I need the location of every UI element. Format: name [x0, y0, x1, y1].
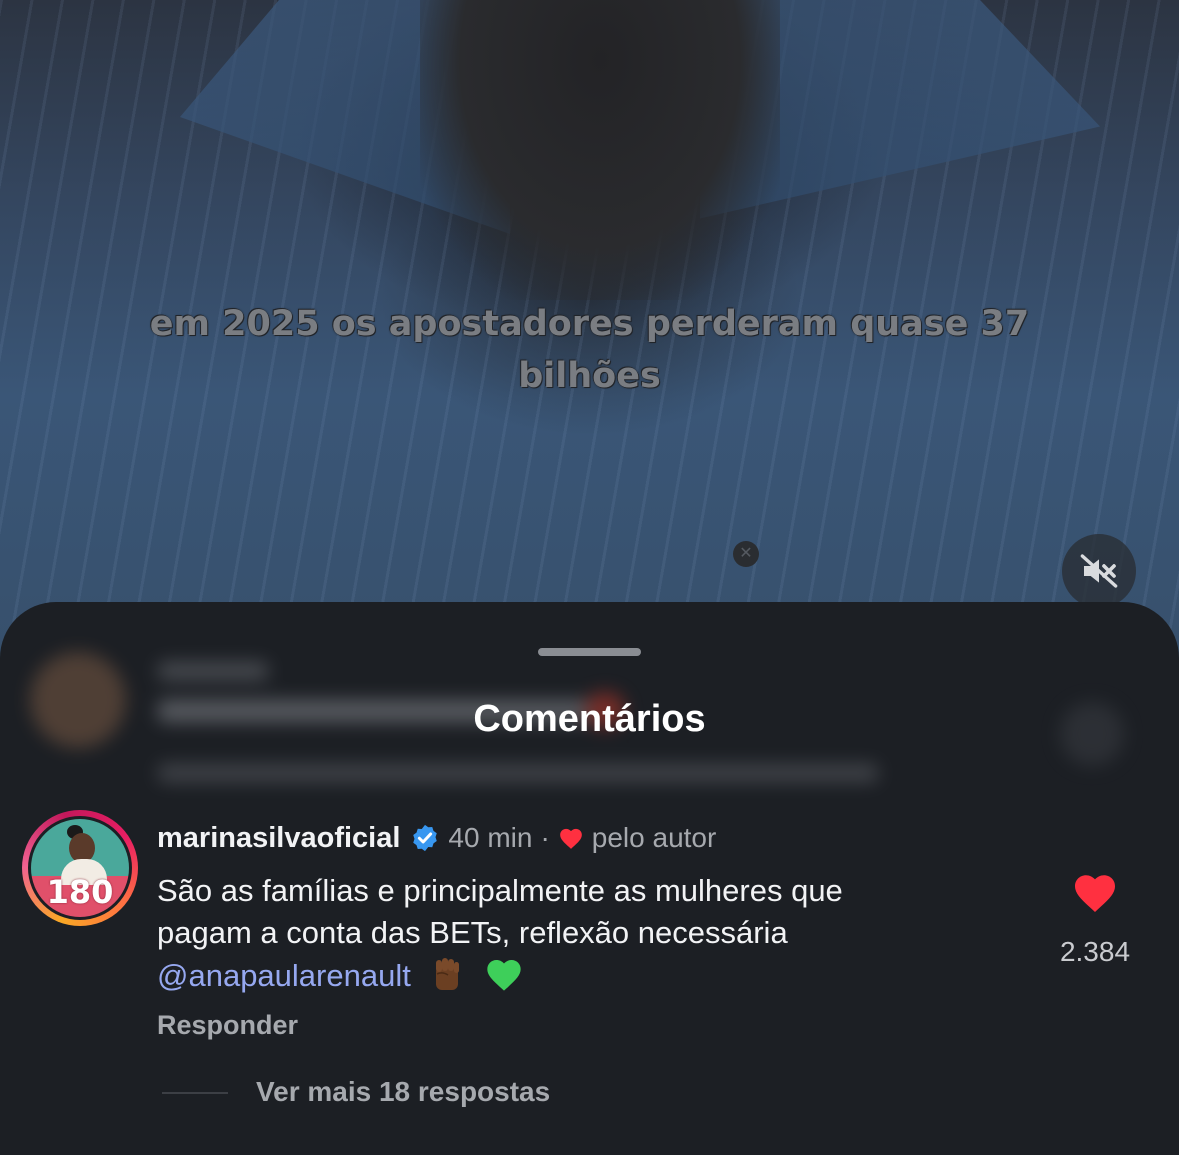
speaker-muted-icon: [1080, 554, 1118, 588]
avatar-image: 180: [31, 819, 129, 917]
comment-username[interactable]: marinasilvaoficial: [157, 822, 400, 855]
green-heart-emoji-icon: [487, 960, 521, 991]
sheet-title: Comentários: [473, 698, 706, 740]
blurred-line: [158, 662, 268, 680]
meta-separator: ·: [540, 822, 550, 853]
like-count: 2.384: [1059, 936, 1131, 967]
shirt-button: ✕: [733, 541, 759, 567]
avatar-badge-number: 180: [46, 873, 114, 911]
comments-sheet: Comentários 180 marinasilvaoficial 40 mi…: [0, 602, 1179, 1155]
comment-text: São as famílias e principalmente as mulh…: [157, 870, 1037, 997]
video-caption-line2: bilhões: [518, 356, 661, 396]
mute-button[interactable]: [1062, 534, 1136, 608]
comment-text-line1: São as famílias e principalmente as mulh…: [157, 873, 843, 908]
mention-link[interactable]: @anapaularenault: [157, 958, 411, 993]
comment-item: 180 marinasilvaoficial 40 min · pelo aut…: [0, 810, 1179, 1110]
author-liked-heart-icon: [559, 828, 582, 849]
raised-fist-emoji-icon: [436, 958, 460, 990]
view-more-replies-button[interactable]: Ver mais 18 respostas: [256, 1076, 550, 1108]
like-heart-icon[interactable]: [1071, 870, 1119, 914]
sheet-drag-handle[interactable]: [538, 648, 641, 656]
video-hair-region: [420, 0, 780, 300]
avatar[interactable]: 180: [28, 816, 132, 920]
video-player[interactable]: em 2025 os apostadores perderam quase 37…: [0, 0, 1179, 660]
reply-button[interactable]: Responder: [157, 1010, 298, 1041]
video-caption-line1: em 2025 os apostadores perderam quase 37: [149, 304, 1030, 344]
avatar-story-ring[interactable]: 180: [22, 810, 138, 926]
comment-time: 40 min: [448, 822, 533, 853]
comment-text-line3: @anapaularenault: [157, 954, 1037, 997]
replies-divider: [162, 1092, 228, 1094]
blurred-line: [158, 764, 878, 782]
liked-by-author-label: pelo autor: [591, 822, 717, 853]
comment-meta: marinasilvaoficial 40 min · pelo autor: [157, 820, 716, 856]
video-caption-overlay: em 2025 os apostadores perderam quase 37…: [0, 298, 1179, 402]
verified-badge-icon: [413, 824, 438, 852]
comment-text-line2: pagam a conta das BETs, reflexão necessá…: [157, 915, 788, 950]
